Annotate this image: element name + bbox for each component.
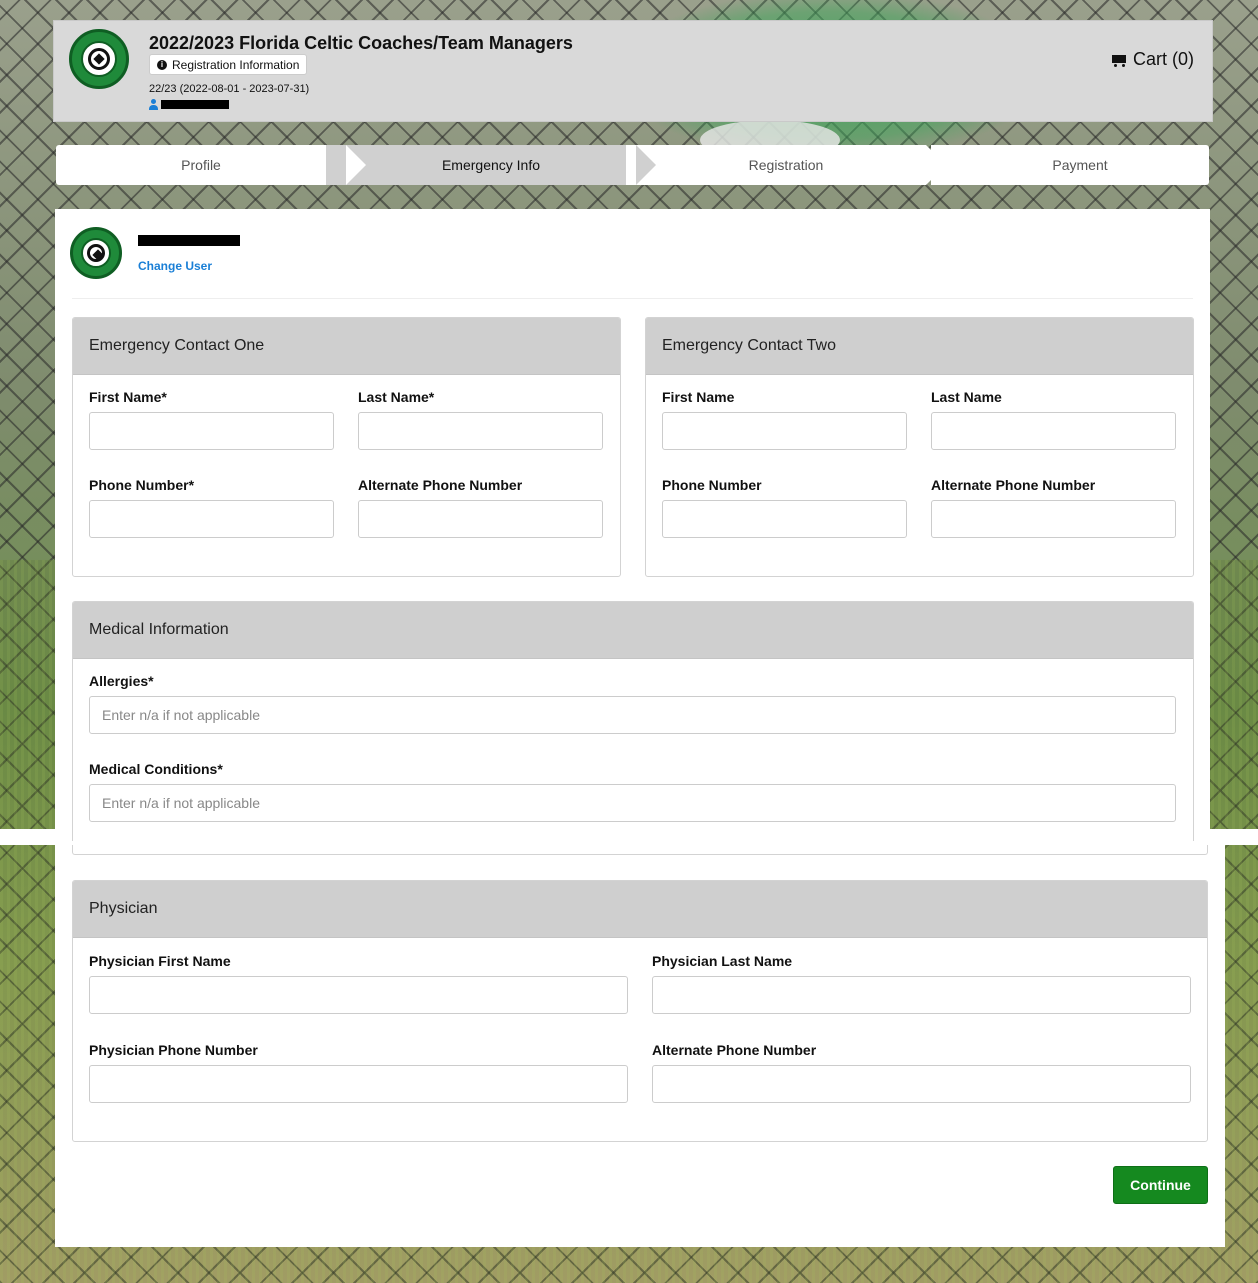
emergency-contact-one-title: Emergency Contact One (73, 318, 620, 375)
cart-button[interactable]: Cart (0) (1109, 49, 1194, 70)
physician-phone-label: Physician Phone Number (89, 1042, 258, 1058)
step-registration[interactable]: Registration (626, 145, 946, 185)
allergies-input[interactable] (89, 696, 1176, 734)
physician-title: Physician (73, 881, 1207, 938)
club-logo-icon (69, 29, 129, 89)
ec2-last-name-label: Last Name (931, 389, 1002, 405)
ec1-first-name-label: First Name* (89, 389, 167, 405)
registration-header: 2022/2023 Florida Celtic Coaches/Team Ma… (53, 20, 1213, 122)
medical-information-panel-bottom (72, 845, 1208, 855)
physician-first-name-label: Physician First Name (89, 953, 231, 969)
ec1-first-name-input[interactable] (89, 412, 334, 450)
registration-steps: Profile Emergency Info Registration Paym… (56, 145, 1209, 185)
medical-conditions-label: Medical Conditions* (89, 761, 223, 777)
ec1-phone-label: Phone Number* (89, 477, 195, 493)
redacted-user-name (161, 100, 229, 109)
step-payment[interactable]: Payment (931, 145, 1209, 185)
physician-alt-phone-input[interactable] (652, 1065, 1191, 1103)
ec2-alt-phone-label: Alternate Phone Number (931, 477, 1096, 493)
ec1-last-name-input[interactable] (358, 412, 603, 450)
physician-last-name-label: Physician Last Name (652, 953, 793, 969)
registration-info-label: Registration Information (172, 57, 300, 72)
physician-first-name-input[interactable] (89, 976, 628, 1014)
header-user (149, 99, 229, 110)
physician-phone-input[interactable] (89, 1065, 628, 1103)
physician-last-name-input[interactable] (652, 976, 1191, 1014)
cart-label: Cart (0) (1132, 49, 1194, 69)
shopping-cart-icon (1109, 53, 1127, 67)
medical-conditions-input[interactable] (89, 784, 1176, 822)
user-icon (149, 99, 158, 110)
change-user-link[interactable]: Change User (138, 259, 212, 273)
ec2-first-name-label: First Name (662, 389, 735, 405)
info-icon: i (157, 59, 167, 70)
ec2-last-name-input[interactable] (931, 412, 1176, 450)
step-emergency-info[interactable]: Emergency Info (326, 145, 656, 185)
ec1-alt-phone-label: Alternate Phone Number (358, 477, 523, 493)
step-profile[interactable]: Profile (56, 145, 366, 185)
ec2-phone-input[interactable] (662, 500, 907, 538)
ec1-alt-phone-input[interactable] (358, 500, 603, 538)
ec2-alt-phone-input[interactable] (931, 500, 1176, 538)
allergies-label: Allergies* (89, 673, 154, 689)
physician-alt-phone-label: Alternate Phone Number (652, 1042, 817, 1058)
ec2-first-name-input[interactable] (662, 412, 907, 450)
divider (72, 298, 1193, 299)
ec1-phone-input[interactable] (89, 500, 334, 538)
season-dates: 22/23 (2022-08-01 - 2023-07-31) (149, 83, 310, 95)
ec1-last-name-label: Last Name* (358, 389, 435, 405)
continue-button[interactable]: Continue (1113, 1166, 1208, 1204)
page-title: 2022/2023 Florida Celtic Coaches/Team Ma… (149, 33, 573, 53)
user-avatar (70, 227, 122, 279)
redacted-user-full-name (138, 235, 240, 246)
registration-info-button[interactable]: i Registration Information (149, 54, 308, 75)
ec2-phone-label: Phone Number (662, 477, 762, 493)
emergency-contact-two-title: Emergency Contact Two (646, 318, 1193, 375)
medical-information-title: Medical Information (73, 602, 1193, 659)
